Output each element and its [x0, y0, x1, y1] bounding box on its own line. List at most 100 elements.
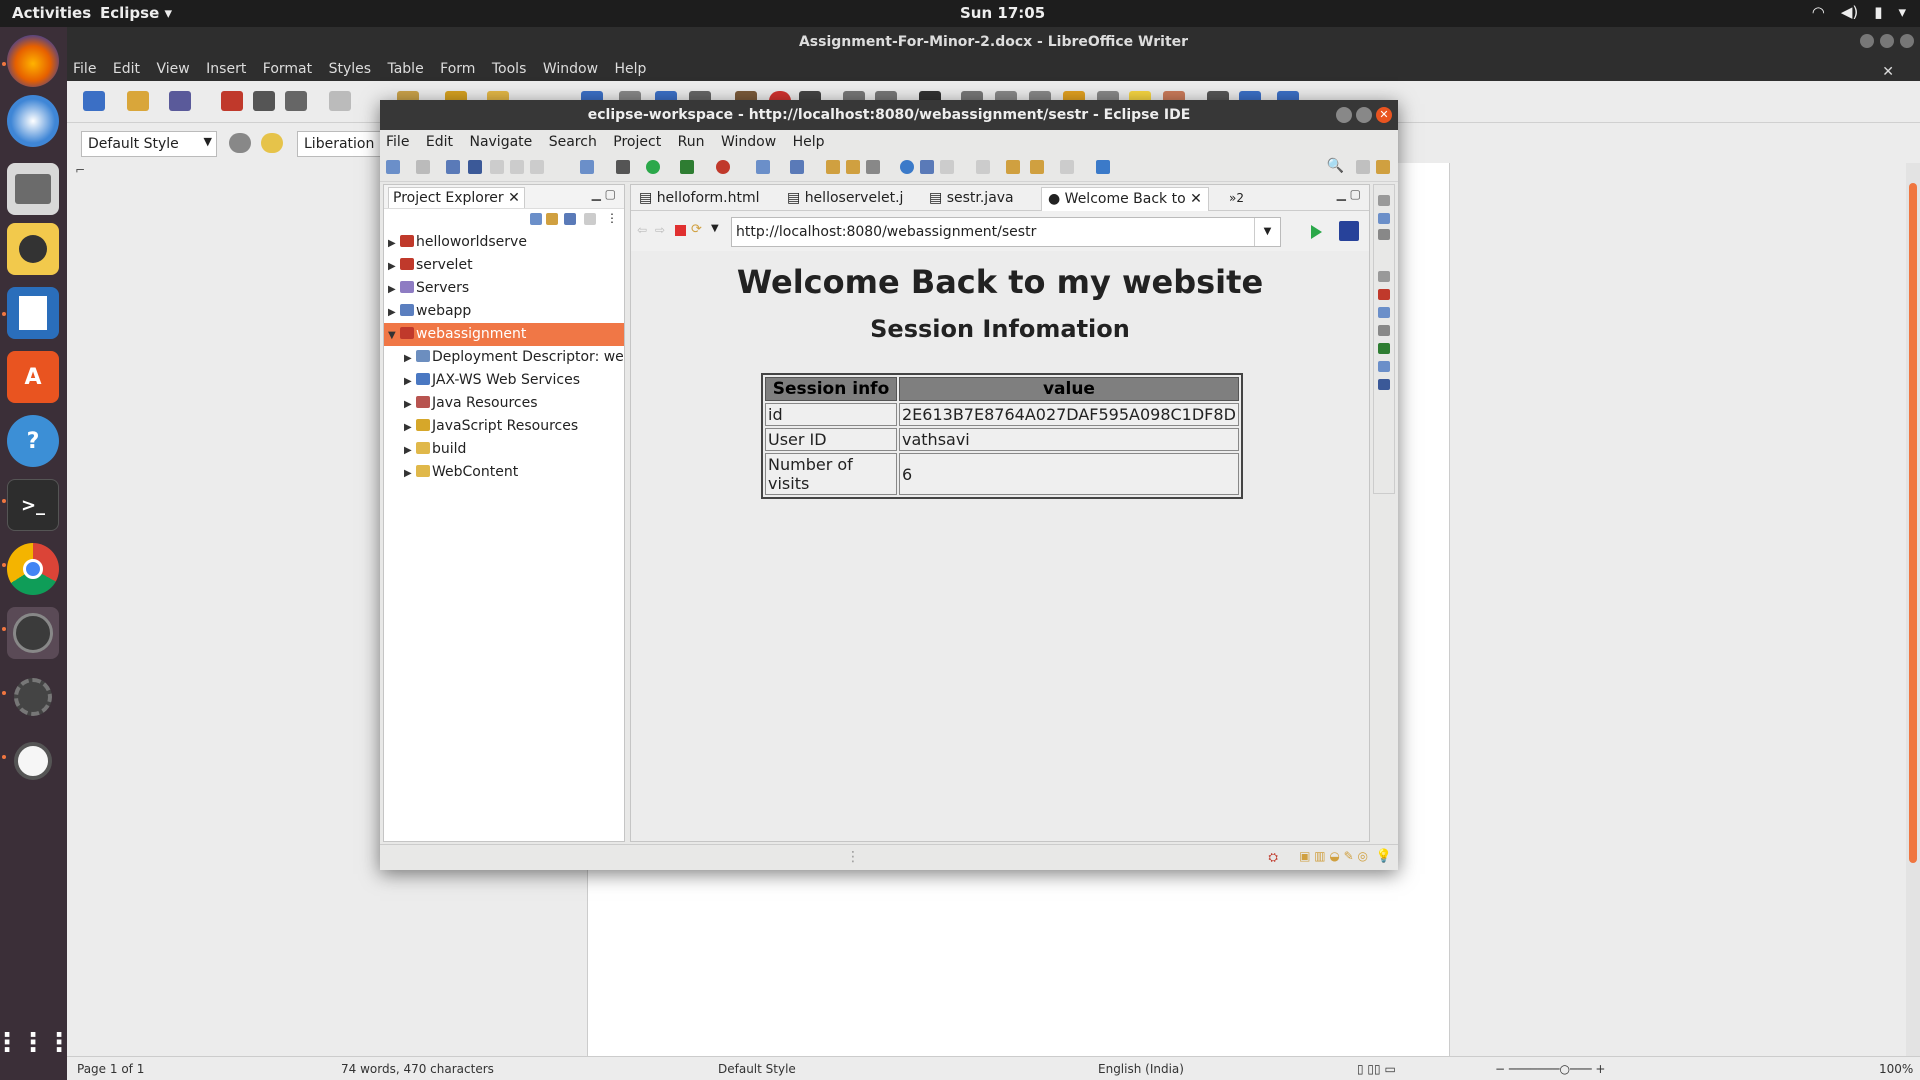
javaee-perspective-icon[interactable] — [1376, 160, 1390, 174]
close-button[interactable]: ✕ — [1376, 107, 1392, 123]
collapse-icon[interactable]: ▶ — [388, 301, 400, 323]
menu-window[interactable]: Window — [715, 130, 782, 150]
tree-item[interactable]: ▶ webapp — [384, 300, 624, 323]
collapse-icon[interactable]: ▶ — [404, 393, 416, 415]
forward-icon[interactable] — [1030, 160, 1044, 174]
tab-helloform[interactable]: ▤ helloform.html — [633, 187, 763, 211]
libreoffice-writer-icon[interactable] — [7, 287, 59, 339]
chrome-icon[interactable] — [7, 543, 59, 595]
tree-item[interactable]: ▶ Java Resources — [384, 392, 624, 415]
activities-button[interactable]: Activities — [12, 4, 91, 22]
run-server-icon[interactable] — [680, 160, 694, 174]
markers-icon[interactable] — [1378, 289, 1390, 300]
chevron-down-icon[interactable]: ▼ — [711, 223, 719, 234]
tree-item[interactable]: ▶ WebContent — [384, 461, 624, 484]
menu-file[interactable]: File — [380, 130, 415, 150]
wifi-icon[interactable]: ◠ — [1812, 3, 1825, 21]
software-center-icon[interactable]: A — [7, 351, 59, 403]
forward-icon[interactable]: ⇨ — [655, 223, 665, 237]
update-style-icon[interactable] — [229, 133, 251, 153]
language[interactable]: English (India) — [1098, 1062, 1184, 1076]
external-tools-icon[interactable] — [716, 160, 730, 174]
collapse-icon[interactable]: ▶ — [388, 232, 400, 254]
tip-icon[interactable]: 💡 — [1376, 849, 1392, 864]
tab-welcome-back[interactable]: ● Welcome Back to ✕ — [1041, 187, 1209, 211]
word-count[interactable]: 74 words, 470 characters — [341, 1062, 494, 1076]
new-icon[interactable] — [386, 160, 400, 174]
scrollbar-thumb[interactable] — [1909, 183, 1917, 863]
stop-icon[interactable] — [675, 225, 686, 236]
notification-icon[interactable]: ⛭ — [1268, 850, 1278, 865]
new-java-project-icon[interactable] — [756, 160, 770, 174]
terminal-icon[interactable] — [446, 160, 460, 174]
restore-icon[interactable] — [1378, 195, 1390, 206]
software-updater-icon[interactable] — [7, 735, 59, 787]
search-icon[interactable] — [866, 160, 880, 174]
tree-item[interactable]: ▶ JavaScript Resources — [384, 415, 624, 438]
last-edit-icon[interactable] — [1060, 160, 1074, 174]
menu-table[interactable]: Table — [381, 57, 429, 77]
collapse-icon[interactable]: ▶ — [404, 416, 416, 438]
collapse-icon[interactable]: ▶ — [388, 278, 400, 300]
files-icon[interactable] — [7, 163, 59, 215]
eclipse-javaee-icon[interactable] — [7, 607, 59, 659]
collapse-icon[interactable]: ▶ — [404, 462, 416, 484]
export-pdf-icon[interactable] — [221, 91, 243, 111]
back-icon[interactable]: ⇦ — [637, 223, 647, 237]
restore-icon[interactable] — [1378, 271, 1390, 282]
menu-window[interactable]: Window — [537, 57, 604, 77]
browser-icon[interactable] — [900, 160, 914, 174]
save-icon[interactable] — [169, 91, 191, 111]
menu-format[interactable]: Format — [257, 57, 318, 77]
tree-item[interactable]: ▶ servelet — [384, 254, 624, 277]
previous-annotation-icon[interactable] — [976, 160, 990, 174]
close-icon[interactable]: ✕ — [508, 190, 520, 206]
collapse-icon[interactable]: ▶ — [388, 255, 400, 277]
new-style-icon[interactable] — [261, 133, 283, 153]
expand-icon[interactable]: ▼ — [388, 324, 400, 346]
tree-item[interactable]: ▼ webassignment — [384, 323, 624, 346]
menu-tools[interactable]: Tools — [486, 57, 533, 77]
tree-item[interactable]: ▶ Deployment Descriptor: web — [384, 346, 624, 369]
run-icon[interactable] — [646, 160, 660, 174]
link-with-editor-icon[interactable] — [546, 213, 558, 225]
open-type-icon[interactable] — [826, 160, 840, 174]
task-list-icon[interactable] — [1378, 229, 1390, 240]
tree-item[interactable]: ▶ build — [384, 438, 624, 461]
open-icon[interactable] — [127, 91, 149, 111]
data-source-icon[interactable] — [1378, 343, 1390, 354]
menu-help[interactable]: Help — [608, 57, 652, 77]
project-explorer-tab[interactable]: Project Explorer ✕ ▁ ▢ — [384, 185, 624, 209]
servers-icon[interactable] — [1378, 325, 1390, 336]
properties-icon[interactable] — [1378, 307, 1390, 318]
tab-helloservelet[interactable]: ▤ helloservelet.j — [781, 187, 905, 211]
maximize-button[interactable] — [1356, 107, 1372, 123]
tree-item[interactable]: ▶ JAX-WS Web Services — [384, 369, 624, 392]
tab-overflow[interactable]: »2 — [1223, 187, 1253, 211]
vertical-scrollbar[interactable] — [1906, 163, 1920, 1056]
chevron-down-icon[interactable]: ▼ — [204, 135, 212, 148]
collapse-icon[interactable]: ▶ — [404, 347, 416, 369]
save-icon[interactable] — [416, 160, 430, 174]
paragraph-style-combo[interactable]: Default Style ▼ — [81, 131, 217, 157]
view-minmax-icons[interactable]: ▁ ▢ — [592, 187, 616, 201]
rhythmbox-icon[interactable] — [7, 223, 59, 275]
view-layout-icons[interactable]: ▯ ▯▯ ▭ — [1357, 1062, 1396, 1076]
console-icon[interactable] — [1378, 379, 1390, 390]
view-menu-icon[interactable]: ⋮ — [606, 211, 618, 225]
next-annotation-icon[interactable] — [940, 160, 954, 174]
print-preview-icon[interactable] — [285, 91, 307, 111]
url-input[interactable]: http://localhost:8080/webassignment/sest… — [731, 217, 1281, 247]
terminal-icon[interactable]: >_ — [7, 479, 59, 531]
minimize-button[interactable] — [1336, 107, 1352, 123]
help-icon[interactable]: ? — [7, 415, 59, 467]
settings-icon[interactable] — [7, 671, 59, 723]
collapse-icon[interactable]: ▶ — [404, 439, 416, 461]
page-count[interactable]: Page 1 of 1 — [77, 1062, 144, 1076]
open-perspective-icon[interactable] — [1356, 160, 1370, 174]
snippets-icon[interactable] — [1378, 361, 1390, 372]
show-applications-icon[interactable]: ⋮⋮⋮ — [0, 1017, 72, 1069]
terminate-icon[interactable] — [530, 160, 544, 174]
menu-form[interactable]: Form — [434, 57, 481, 77]
tree-item[interactable]: ▶ helloworldserve — [384, 231, 624, 254]
